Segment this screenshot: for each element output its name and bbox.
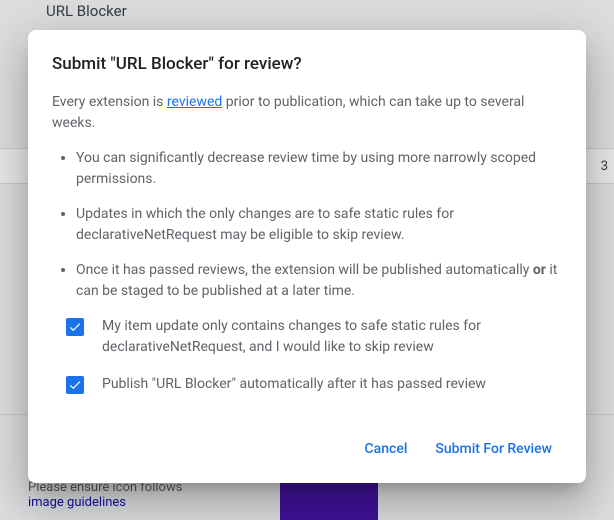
bullet-item: You can significantly decrease review ti… [76,148,562,190]
check-icon [68,378,82,392]
auto-publish-checkbox-row: Publish "URL Blocker" automatically afte… [52,374,562,395]
dialog-intro: Every extension is reviewed prior to pub… [52,92,562,134]
skip-review-checkbox-row: My item update only contains changes to … [52,316,562,358]
cancel-button[interactable]: Cancel [355,433,418,465]
bullet-item: Once it has passed reviews, the extensio… [76,260,562,302]
intro-prefix: Every extension is [52,94,167,110]
bullet-item: Updates in which the only changes are to… [76,204,562,246]
dialog-actions: Cancel Submit For Review [52,433,562,475]
dialog-title: Submit "URL Blocker" for review? [52,54,562,74]
dialog-body: Every extension is reviewed prior to pub… [52,92,562,475]
auto-publish-checkbox[interactable] [66,376,84,394]
dialog-bullet-list: You can significantly decrease review ti… [52,148,562,302]
check-icon [68,320,82,334]
auto-publish-label[interactable]: Publish "URL Blocker" automatically afte… [102,374,486,395]
skip-review-label[interactable]: My item update only contains changes to … [102,316,562,358]
submit-for-review-button[interactable]: Submit For Review [425,433,562,465]
skip-review-checkbox[interactable] [66,318,84,336]
reviewed-link[interactable]: reviewed [167,94,222,110]
submit-review-dialog: Submit "URL Blocker" for review? Every e… [28,30,586,483]
